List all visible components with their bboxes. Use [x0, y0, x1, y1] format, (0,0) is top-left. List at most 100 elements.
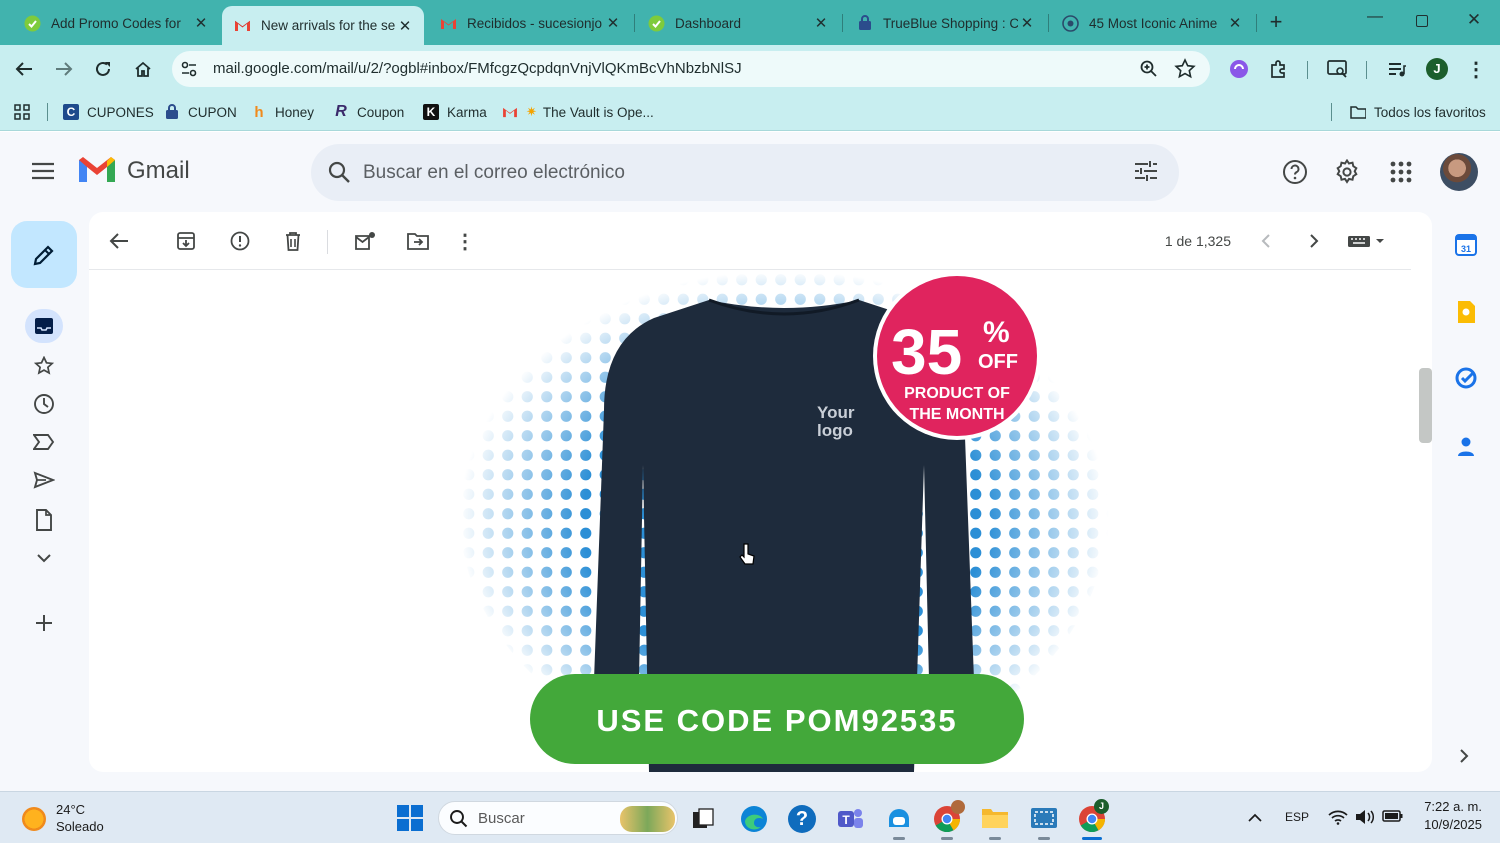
screen-search-icon[interactable]	[1326, 58, 1350, 80]
google-apps-icon[interactable]	[1388, 159, 1414, 185]
help-icon[interactable]	[1281, 158, 1309, 186]
weather-widget[interactable]: 24°C Soleado	[22, 800, 132, 838]
address-bar[interactable]: mail.google.com/mail/u/2/?ogbl#inbox/FMf…	[172, 51, 1210, 87]
tab-dashboard[interactable]: Dashboard ✕	[636, 6, 840, 40]
nav-starred[interactable]	[31, 354, 57, 378]
nav-snoozed[interactable]	[31, 391, 57, 417]
clock-date[interactable]: 10/9/2025	[1410, 817, 1482, 832]
tab-new-arrivals[interactable]: New arrivals for the se ✕	[222, 6, 424, 45]
close-tab-icon[interactable]: ✕	[604, 14, 622, 32]
extension-promo-icon[interactable]	[1228, 58, 1250, 80]
nav-important[interactable]	[31, 431, 57, 453]
bookmark-star-icon[interactable]	[1174, 58, 1196, 80]
search-filters-icon[interactable]	[1134, 160, 1158, 184]
language-indicator[interactable]: ESP	[1285, 810, 1309, 824]
nav-more[interactable]	[33, 549, 55, 567]
new-tab-button[interactable]: +	[1265, 9, 1287, 35]
nav-inbox[interactable]	[25, 309, 63, 343]
tab-recibidos[interactable]: Recibidos - sucesionjo ✕	[428, 6, 632, 40]
close-tab-icon[interactable]: ✕	[1018, 14, 1036, 32]
tab-trueblue[interactable]: TrueBlue Shopping : C ✕	[844, 6, 1046, 40]
search-placeholder[interactable]: Buscar en el correo electrónico	[363, 162, 625, 184]
search-icon[interactable]	[327, 160, 351, 184]
home-icon[interactable]	[131, 57, 155, 81]
move-to-icon[interactable]	[405, 229, 431, 253]
bookmark-vault[interactable]: ✷ The Vault is Ope...	[502, 102, 654, 122]
gmail-logo[interactable]: Gmail	[77, 154, 190, 188]
tasks-app-icon[interactable]	[1455, 367, 1477, 389]
compose-button[interactable]	[11, 221, 77, 288]
tab-title: Add Promo Codes for	[51, 15, 181, 31]
browser-menu-icon[interactable]: ⋮	[1466, 58, 1486, 81]
teams-icon[interactable]: T	[836, 805, 864, 833]
settings-gear-icon[interactable]	[1333, 158, 1361, 186]
site-settings-icon[interactable]	[180, 60, 198, 78]
newer-chevron-icon[interactable]	[1254, 229, 1278, 253]
all-favorites-folder[interactable]: Todos los favoritos	[1350, 102, 1486, 122]
url-text[interactable]: mail.google.com/mail/u/2/?ogbl#inbox/FMf…	[213, 60, 742, 77]
task-view-icon[interactable]	[691, 807, 715, 831]
nav-sent[interactable]	[31, 469, 57, 491]
bookmark-honey[interactable]: h Honey	[251, 102, 314, 122]
report-spam-icon[interactable]	[228, 229, 252, 253]
vertical-scrollbar-thumb[interactable]	[1419, 368, 1432, 443]
close-tab-icon[interactable]: ✕	[192, 14, 210, 32]
tab-add-promo-codes[interactable]: Add Promo Codes for ✕	[12, 6, 220, 40]
start-button[interactable]	[397, 805, 423, 831]
close-tab-icon[interactable]: ✕	[396, 17, 414, 35]
battery-icon[interactable]	[1382, 809, 1404, 827]
wifi-icon[interactable]	[1328, 809, 1348, 827]
restore-button[interactable]	[1416, 15, 1428, 27]
main-menu-icon[interactable]	[28, 158, 58, 184]
show-hidden-icons[interactable]	[1247, 810, 1263, 824]
extensions-puzzle-icon[interactable]	[1268, 58, 1290, 80]
keep-app-icon[interactable]	[1456, 300, 1476, 324]
account-avatar[interactable]	[1440, 153, 1478, 191]
bookmark-coupon[interactable]: R Coupon	[333, 102, 404, 122]
more-options-icon[interactable]: ⋮	[455, 229, 475, 253]
file-explorer-icon[interactable]	[981, 806, 1009, 832]
apps-grid-icon[interactable]	[14, 104, 30, 120]
search-highlight-image	[620, 806, 675, 832]
show-side-panel-icon[interactable]	[1458, 748, 1474, 768]
mark-unread-icon[interactable]	[352, 229, 378, 253]
gmail-logo-text: Gmail	[127, 157, 190, 184]
taskbar-search[interactable]: Buscar	[438, 801, 678, 835]
create-label-button[interactable]	[33, 612, 55, 634]
bookmark-karma[interactable]: K Karma	[423, 102, 487, 122]
forward-icon[interactable]	[52, 57, 76, 81]
calendar-app-icon[interactable]: 31	[1455, 232, 1477, 256]
back-icon[interactable]	[12, 57, 36, 81]
close-window-button[interactable]: ✕	[1463, 10, 1485, 34]
sun-icon	[22, 807, 46, 831]
mail-search-bar[interactable]: Buscar en el correo electrónico	[311, 144, 1179, 201]
input-tools-keyboard-icon[interactable]	[1345, 229, 1389, 253]
back-to-inbox-icon[interactable]	[107, 229, 131, 253]
tab-anime[interactable]: 45 Most Iconic Anime ✕	[1050, 6, 1254, 40]
profile-avatar[interactable]: J	[1426, 58, 1448, 80]
running-indicator	[941, 837, 953, 840]
older-chevron-icon[interactable]	[1302, 229, 1326, 253]
nav-drafts[interactable]	[33, 508, 55, 532]
clock-time[interactable]: 7:22 a. m.	[1410, 799, 1482, 814]
zoom-icon[interactable]	[1139, 59, 1159, 79]
delete-trash-icon[interactable]	[281, 229, 305, 253]
volume-icon[interactable]	[1355, 809, 1375, 827]
media-control-icon[interactable]	[1386, 58, 1408, 80]
contacts-app-icon[interactable]	[1456, 434, 1476, 458]
use-code-button[interactable]: USE CODE POM92535	[530, 674, 1024, 764]
lock-icon	[856, 15, 873, 32]
help-app-icon[interactable]: ?	[788, 805, 816, 833]
minimize-button[interactable]: —	[1365, 8, 1385, 34]
archive-icon[interactable]	[174, 229, 198, 253]
bookmark-cupon[interactable]: CUPON	[164, 102, 237, 122]
copilot-icon[interactable]	[885, 805, 913, 833]
reload-icon[interactable]	[91, 57, 115, 81]
close-tab-icon[interactable]: ✕	[812, 14, 830, 32]
close-tab-icon[interactable]: ✕	[1226, 14, 1244, 32]
snipping-tool-icon[interactable]	[1030, 806, 1058, 832]
bookmark-cupones[interactable]: C CUPONES	[63, 102, 154, 122]
edge-browser-icon[interactable]	[740, 805, 768, 833]
globe-icon	[1062, 14, 1079, 32]
tab-title: 45 Most Iconic Anime	[1089, 15, 1218, 31]
